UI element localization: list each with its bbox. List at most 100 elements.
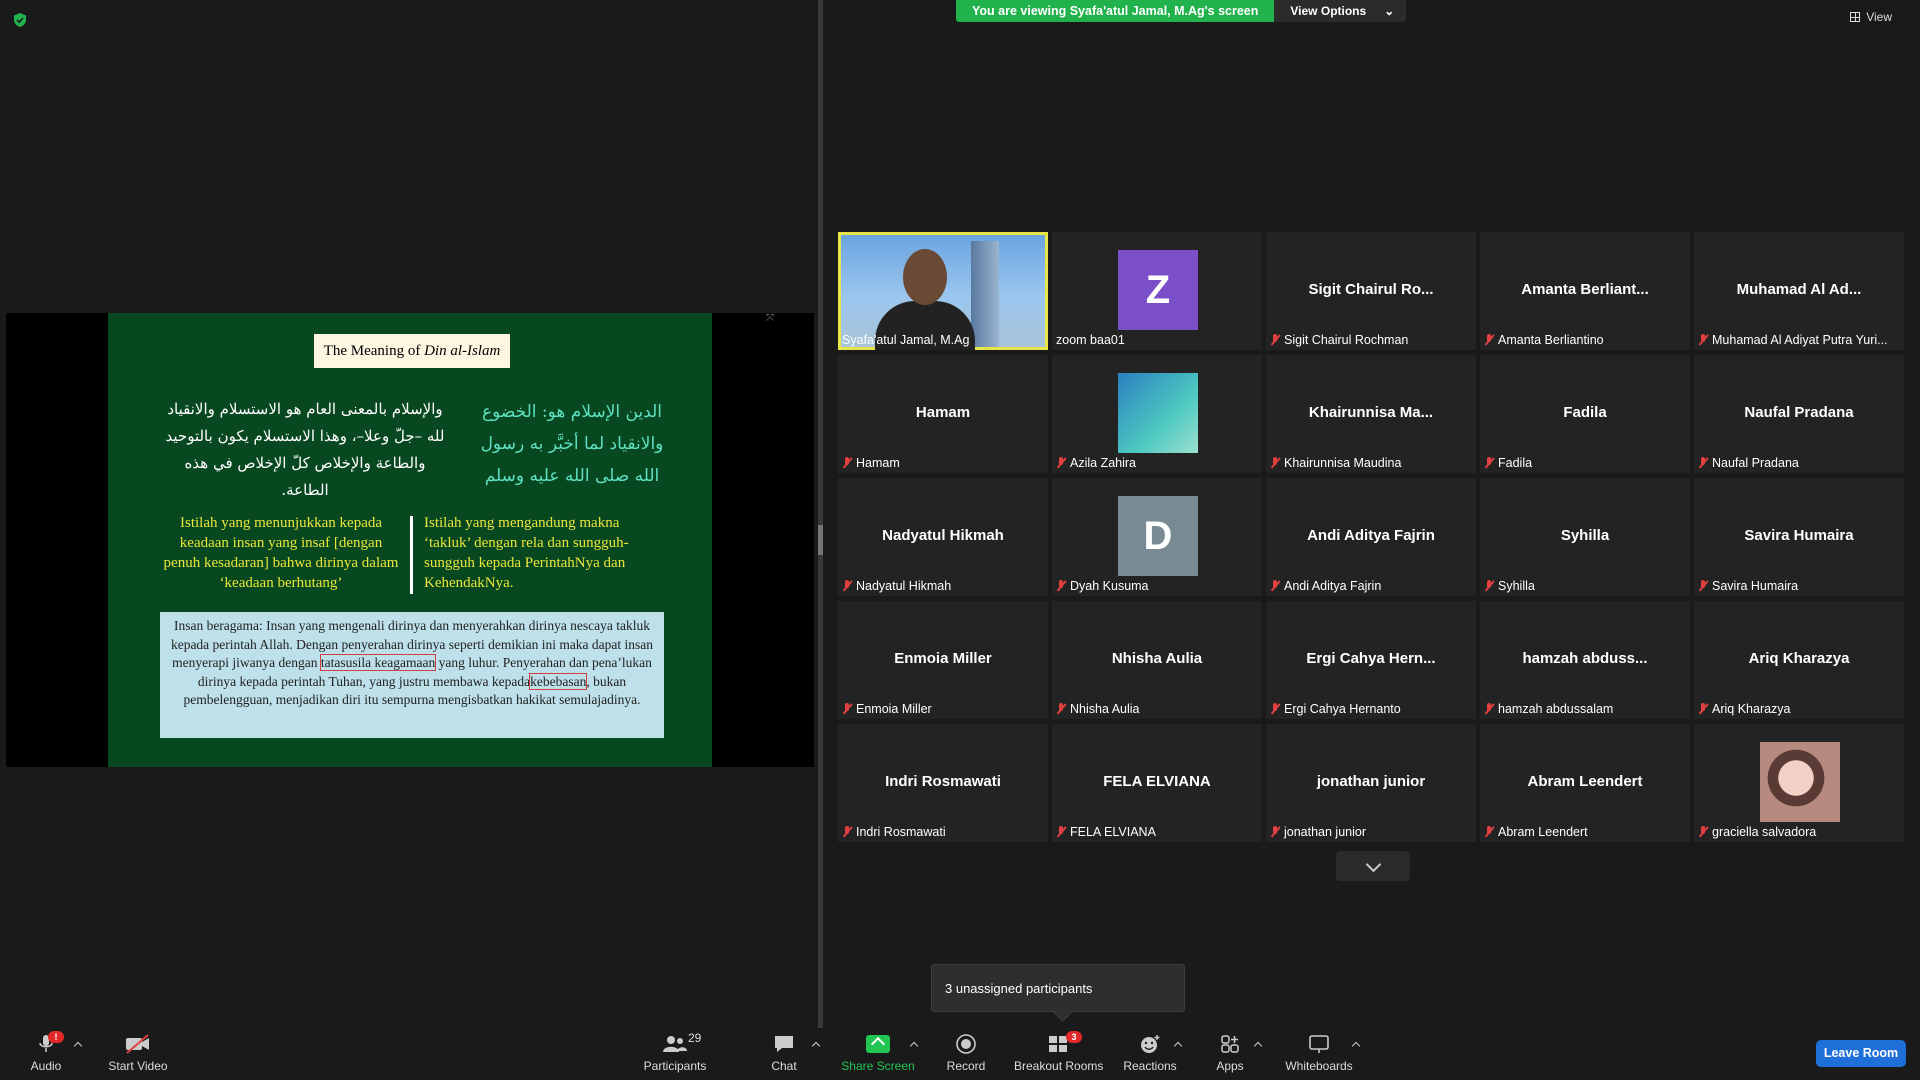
participant-avatar [1760, 742, 1840, 822]
muted-mic-icon [842, 703, 852, 715]
participant-name: hamzah abdussalam [1498, 702, 1614, 716]
participant-display-name: Nadyatul Hikmah [882, 527, 1004, 544]
participant-tile[interactable]: Syafa'atul Jamal, M.Ag [838, 232, 1048, 350]
security-shield-icon[interactable] [12, 12, 28, 28]
view-label: View [1866, 10, 1892, 24]
participant-display-name: Nhisha Aulia [1111, 650, 1203, 667]
participant-tile[interactable]: Ergi Cahya Hern... Ergi Cahya Hernanto [1266, 601, 1476, 719]
participant-display-name: Ariq Kharazya [1748, 650, 1850, 667]
screen-share-banner: You are viewing Syafa'atul Jamal, M.Ag's… [956, 0, 1407, 22]
participant-caption: Fadila [1484, 456, 1532, 470]
start-video-button[interactable]: Start Video [100, 1031, 176, 1077]
participant-tile[interactable]: Amanta Berliant... Amanta Berliantino [1480, 232, 1690, 350]
participant-tile[interactable]: Enmoia Miller Enmoia Miller [838, 601, 1048, 719]
participant-tile[interactable]: Naufal Pradana Naufal Pradana [1694, 355, 1904, 473]
participant-tile[interactable]: Andi Aditya Fajrin Andi Aditya Fajrin [1266, 478, 1476, 596]
record-button[interactable]: Record [942, 1031, 990, 1077]
participant-name: Syafa'atul Jamal, M.Ag [842, 333, 970, 347]
participant-tile[interactable]: Savira Humaira Savira Humaira [1694, 478, 1904, 596]
expand-icon[interactable]: ⤧ [766, 313, 774, 324]
muted-mic-icon [842, 826, 852, 838]
participant-caption: Syhilla [1484, 579, 1535, 593]
participant-name: Ariq Kharazya [1712, 702, 1791, 716]
chat-options-caret[interactable] [812, 1040, 820, 1048]
participant-tile[interactable]: jonathan junior jonathan junior [1266, 724, 1476, 842]
participant-name: Muhamad Al Adiyat Putra Yuri... [1712, 333, 1888, 347]
participant-caption: Ergi Cahya Hernanto [1270, 702, 1401, 716]
participant-caption: jonathan junior [1270, 825, 1366, 839]
grid-view-icon [1850, 12, 1861, 22]
participant-caption: Azila Zahira [1056, 456, 1136, 470]
participant-tile[interactable]: Sigit Chairul Ro... Sigit Chairul Rochman [1266, 232, 1476, 350]
participant-tile[interactable]: Nhisha Aulia Nhisha Aulia [1052, 601, 1262, 719]
breakout-rooms-button[interactable]: 3 Breakout Rooms [1014, 1031, 1103, 1077]
reactions-button[interactable]: Reactions [1122, 1031, 1178, 1077]
apps-button[interactable]: Apps [1210, 1031, 1250, 1077]
share-screen-button[interactable]: Share Screen [838, 1031, 918, 1077]
participant-tile[interactable]: Fadila Fadila [1480, 355, 1690, 473]
participant-name: Hamam [856, 456, 900, 470]
participant-tile[interactable]: graciella salvadora [1694, 724, 1904, 842]
audio-options-caret[interactable] [74, 1040, 82, 1048]
apps-options-caret[interactable] [1254, 1040, 1262, 1048]
muted-mic-icon [1270, 826, 1280, 838]
split-divider[interactable] [818, 0, 823, 1028]
participant-tile[interactable]: Muhamad Al Ad... Muhamad Al Adiyat Putra … [1694, 232, 1904, 350]
participant-display-name: Syhilla [1560, 527, 1610, 544]
participant-name: Khairunnisa Maudina [1284, 456, 1402, 470]
divider-handle[interactable] [818, 525, 823, 555]
view-button[interactable]: View [1850, 10, 1892, 24]
muted-mic-icon [1056, 826, 1066, 838]
participant-caption: Andi Aditya Fajrin [1270, 579, 1381, 593]
participant-name: Sigit Chairul Rochman [1284, 333, 1409, 347]
participant-avatar: Z [1118, 250, 1198, 330]
share-screen-label: Share Screen [841, 1059, 915, 1073]
audio-button[interactable]: ! Audio [22, 1031, 70, 1077]
participant-tile[interactable]: Hamam Hamam [838, 355, 1048, 473]
record-icon [956, 1034, 976, 1054]
muted-mic-icon [842, 580, 852, 592]
share-screen-icon [866, 1035, 890, 1053]
participant-name: graciella salvadora [1712, 825, 1817, 839]
leave-room-button[interactable]: Leave Room [1816, 1040, 1906, 1067]
participant-tile[interactable]: Indri Rosmawati Indri Rosmawati [838, 724, 1048, 842]
participant-name: Enmoia Miller [856, 702, 932, 716]
participant-tile[interactable]: hamzah abduss... hamzah abdussalam [1480, 601, 1690, 719]
reactions-options-caret[interactable] [1174, 1040, 1182, 1048]
chevron-down-icon: ⌄ [1384, 4, 1395, 18]
participant-display-name: Hamam [915, 404, 971, 421]
slide-title: The Meaning of Din al-Islam [314, 334, 510, 368]
participant-tile[interactable]: Nadyatul Hikmah Nadyatul Hikmah [838, 478, 1048, 596]
participant-display-name: Fadila [1563, 404, 1607, 421]
participant-name: Nadyatul Hikmah [856, 579, 952, 593]
muted-mic-icon [1270, 580, 1280, 592]
share-options-caret[interactable] [910, 1040, 918, 1048]
whiteboards-options-caret[interactable] [1352, 1040, 1360, 1048]
next-page-button[interactable] [1336, 851, 1410, 881]
chat-button[interactable]: Chat [764, 1031, 804, 1077]
indonesian-text-left: Istilah yang menunjukkan kepada keadaan … [163, 515, 399, 591]
participant-tile[interactable]: Azila Zahira [1052, 355, 1262, 473]
apps-label: Apps [1216, 1059, 1244, 1073]
participant-name: FELA ELVIANA [1070, 825, 1156, 839]
box-highlight-2: kebebasan [529, 672, 588, 690]
muted-mic-icon [1484, 334, 1494, 346]
start-video-label: Start Video [108, 1059, 168, 1073]
view-options-button[interactable]: View Options ⌄ [1274, 0, 1407, 22]
muted-mic-icon [1484, 703, 1494, 715]
participant-tile[interactable]: Ariq Kharazya Ariq Kharazya [1694, 601, 1904, 719]
participant-name: Dyah Kusuma [1070, 579, 1149, 593]
participant-tile[interactable]: Khairunnisa Ma... Khairunnisa Maudina [1266, 355, 1476, 473]
participant-avatar: D [1118, 496, 1198, 576]
viewing-screen-label: You are viewing Syafa'atul Jamal, M.Ag's… [956, 0, 1275, 22]
view-options-label: View Options [1290, 4, 1367, 18]
participant-tile[interactable]: Abram Leendert Abram Leendert [1480, 724, 1690, 842]
audio-label: Audio [30, 1059, 62, 1073]
participant-tile[interactable]: Zzoom baa01 [1052, 232, 1262, 350]
muted-mic-icon [1698, 334, 1708, 346]
participants-button[interactable]: 29 Participants [640, 1031, 710, 1077]
participant-tile[interactable]: D Dyah Kusuma [1052, 478, 1262, 596]
participant-tile[interactable]: Syhilla Syhilla [1480, 478, 1690, 596]
whiteboards-button[interactable]: Whiteboards [1280, 1031, 1358, 1077]
participant-tile[interactable]: FELA ELVIANA FELA ELVIANA [1052, 724, 1262, 842]
